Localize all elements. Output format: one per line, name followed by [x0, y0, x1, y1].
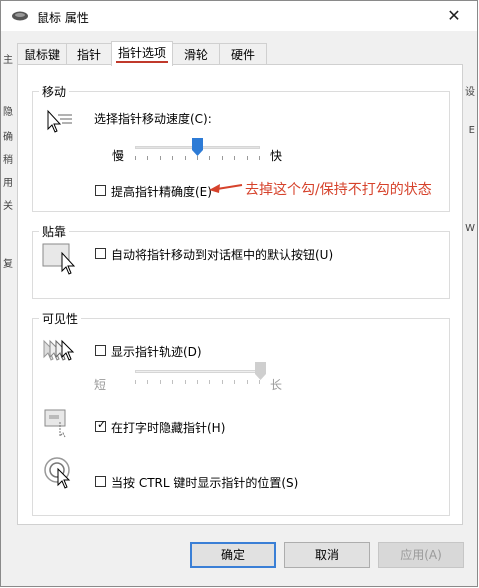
ctrl-location-label: 当按 CTRL 键时显示指针的位置(S) — [111, 476, 299, 490]
apply-button[interactable]: 应用(A) — [378, 542, 464, 568]
hide-while-typing-icon — [44, 409, 66, 438]
tab-label: 鼠标键 — [23, 48, 60, 62]
tab-label: 滑轮 — [183, 48, 208, 62]
background-char: W — [465, 223, 475, 234]
background-char: E — [468, 125, 475, 136]
title-bar: 鼠标 属性 ✕ — [1, 1, 477, 31]
speed-slider-thumb[interactable] — [192, 138, 203, 156]
tab-wheel[interactable]: 滑轮 — [172, 43, 220, 65]
snap-legend: 贴靠 — [42, 225, 67, 239]
pointer-trails-icon — [43, 339, 75, 361]
tab-hardware[interactable]: 硬件 — [219, 43, 267, 65]
precision-label: 提高指针精确度(E) — [111, 185, 212, 199]
mouse-icon — [12, 11, 28, 21]
speed-label: 选择指针移动速度(C): — [94, 112, 212, 126]
annotation-note: 去掉这个勾/保持不打勾的状态 — [245, 182, 432, 198]
cancel-button[interactable]: 取消 — [284, 542, 370, 568]
background-char: 设 — [465, 87, 475, 98]
background-char: 隐 — [3, 107, 13, 118]
tab-pointer-options[interactable]: 指针选项 — [111, 41, 173, 66]
hide-while-typing-checkbox[interactable]: ✓ — [95, 418, 106, 432]
background-char: 复 — [3, 259, 13, 270]
tab-buttons[interactable]: 鼠标键 — [17, 43, 67, 65]
tab-label: 指针 — [76, 48, 101, 62]
tab-label: 指针选项 — [117, 46, 166, 60]
mouse-properties-dialog: 鼠标 属性 ✕ 主 隐 确 稍 用 关 复 设 E W 鼠标键 指针 指针选项 … — [0, 0, 478, 587]
tab-pointers[interactable]: 指针 — [66, 43, 112, 65]
window-title: 鼠标 属性 — [37, 11, 89, 25]
motion-legend: 移动 — [42, 85, 67, 99]
speed-slider-ticks — [135, 156, 260, 160]
trails-slider-ticks — [135, 380, 260, 384]
annotation-arrow-icon — [209, 184, 243, 193]
short-label: 短 — [94, 378, 107, 392]
background-char: 确 — [3, 132, 13, 143]
trails-checkbox[interactable] — [95, 345, 106, 356]
trails-label: 显示指针轨迹(D) — [111, 345, 202, 359]
long-label: 长 — [270, 378, 283, 392]
trails-slider-thumb[interactable] — [254, 362, 266, 380]
close-button[interactable]: ✕ — [431, 1, 477, 31]
background-char: 用 — [3, 178, 13, 189]
ok-button[interactable]: 确定 — [190, 542, 276, 568]
background-char: 稍 — [3, 155, 13, 166]
snap-checkbox[interactable] — [95, 248, 106, 259]
visibility-legend: 可见性 — [42, 312, 79, 326]
hide-while-typing-label: 在打字时隐藏指针(H) — [111, 421, 226, 435]
background-char: 主 — [3, 55, 13, 66]
slow-label: 慢 — [112, 149, 125, 163]
active-tab-underline — [116, 61, 168, 63]
snap-label: 自动将指针移动到对话框中的默认按钮(U) — [111, 248, 334, 262]
trails-slider-track[interactable] — [135, 370, 260, 373]
tab-label: 硬件 — [230, 48, 255, 62]
snap-to-button-icon — [42, 243, 76, 275]
background-char: 关 — [3, 201, 13, 212]
fast-label: 快 — [270, 149, 283, 163]
ctrl-location-checkbox[interactable] — [95, 476, 106, 487]
tab-panel: 移动 选择指针移动速度(C): 慢 快 提高指针精确度(E) 贴靠 自动将指针移… — [17, 64, 463, 525]
precision-checkbox[interactable] — [95, 185, 106, 196]
show-location-icon — [44, 457, 71, 489]
pointer-speed-icon — [47, 109, 72, 133]
